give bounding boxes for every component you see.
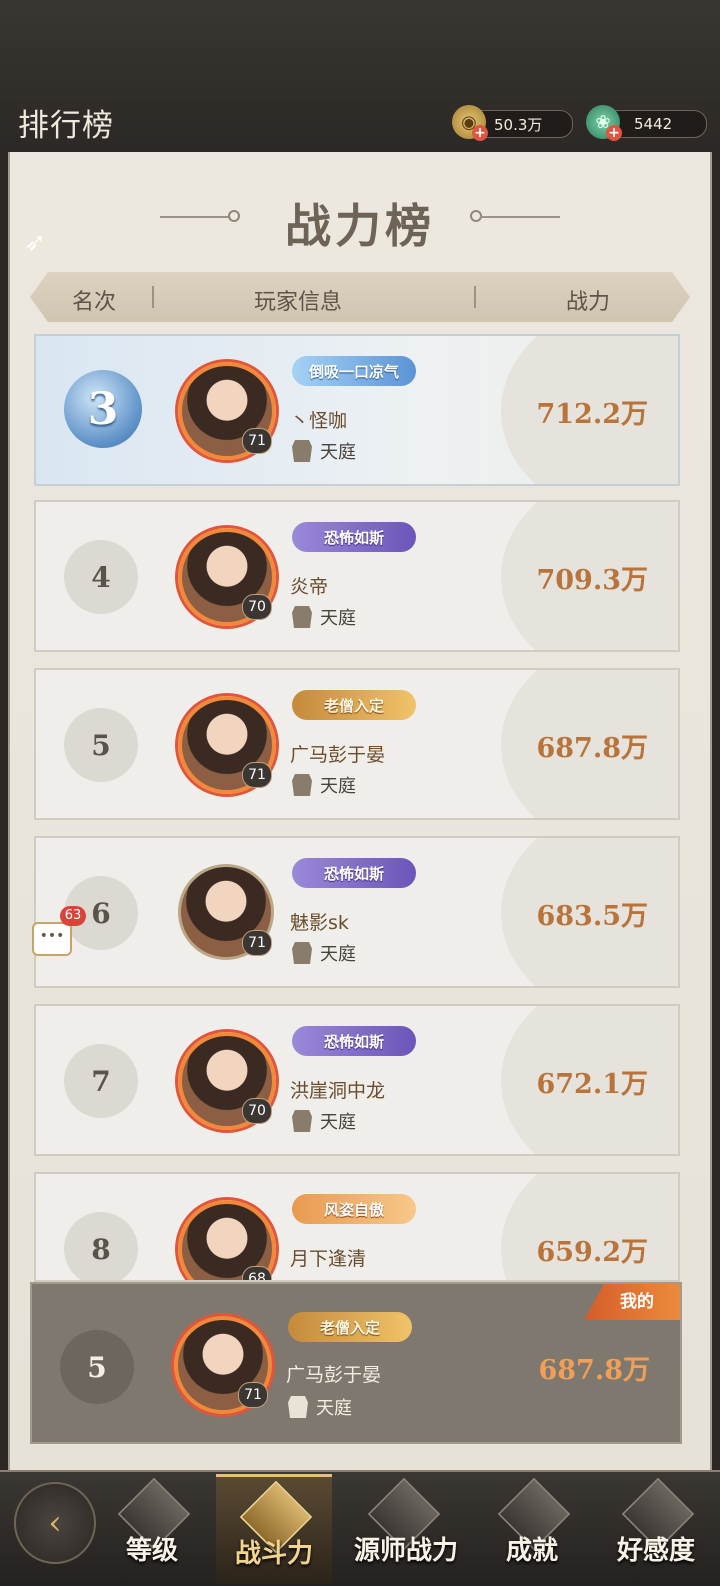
level-badge: 71 — [242, 762, 272, 788]
tab-label: 成就 — [505, 1536, 558, 1566]
tab-label: 等级 — [125, 1536, 178, 1566]
rank-row[interactable]: 3 71 倒吸一口凉气 丶怪咖 天庭 712.2万 — [34, 334, 680, 486]
level-badge: 71 — [242, 930, 272, 956]
rank-number: 8 — [64, 1212, 138, 1280]
player-name: 魅影sk — [290, 912, 349, 934]
power-value: 687.8万 — [536, 733, 648, 764]
tab-label: 好感度 — [616, 1536, 695, 1566]
player-name: 洪崖洞中龙 — [290, 1080, 386, 1102]
guild-name: 天庭 — [316, 1398, 352, 1419]
title-badge: 老僧入定 — [288, 1312, 412, 1342]
col-power: 战力 — [566, 290, 611, 315]
rank-number: 4 — [64, 540, 138, 614]
col-separator — [474, 286, 476, 308]
level-badge: 68 — [242, 1266, 272, 1280]
jade-value: 5442 — [634, 115, 673, 133]
back-button[interactable]: ‹ — [14, 1482, 96, 1564]
tab-label: 源师战力 — [353, 1536, 458, 1566]
coin-resource[interactable]: ◉ + 50.3万 — [452, 105, 573, 141]
tab-affection[interactable]: 好感度 — [598, 1474, 714, 1584]
guild-icon — [292, 606, 312, 628]
add-coin-button[interactable]: + — [472, 125, 488, 141]
title-badge: 老僧入定 — [292, 690, 416, 720]
title-badge: 风姿自傲 — [292, 1194, 416, 1224]
rank-medal-icon: 3 — [64, 370, 142, 448]
title-badge: 恐怖如斯 — [292, 858, 416, 888]
rank-row[interactable]: 4 70 恐怖如斯 炎帝 天庭 709.3万 — [34, 500, 680, 652]
power-value: 709.3万 — [536, 565, 648, 596]
level-badge: 70 — [242, 1098, 272, 1124]
add-jade-button[interactable]: + — [606, 125, 622, 141]
power-value: 683.5万 — [536, 901, 648, 932]
guild-icon — [292, 942, 312, 964]
level-badge: 70 — [242, 594, 272, 620]
player-name: 广马彭于晏 — [290, 744, 386, 766]
board-title: 战力榜 — [285, 199, 435, 253]
rank-row[interactable]: 8 68 风姿自傲 月下逢清 659.2万 — [34, 1172, 680, 1282]
guild-name: 天庭 — [320, 442, 356, 463]
title-badge: 恐怖如斯 — [292, 1026, 416, 1056]
back-arrow-icon: ‹ — [48, 1503, 62, 1543]
power-value: 672.1万 — [536, 1069, 648, 1100]
chat-bubble-icon[interactable]: ••• — [32, 922, 72, 956]
my-rank-tag: 我的 — [584, 1284, 680, 1320]
guild-icon — [292, 1110, 312, 1132]
rank-number: 5 — [64, 708, 138, 782]
rank-row[interactable]: 5 71 老僧入定 广马彭于晏 天庭 687.8万 — [34, 668, 680, 820]
guild-name: 天庭 — [320, 776, 356, 797]
chat-unread-count: 63 — [60, 906, 86, 926]
tab-master-power[interactable]: 源师战力 — [344, 1474, 468, 1584]
guild-name: 天庭 — [320, 944, 356, 965]
power-value: 687.8万 — [538, 1355, 650, 1386]
tab-achievement[interactable]: 成就 — [474, 1474, 590, 1584]
rank-number: 7 — [64, 1044, 138, 1118]
title-badge: 倒吸一口凉气 — [292, 356, 416, 386]
guild-name: 天庭 — [320, 608, 356, 629]
power-value: 712.2万 — [536, 399, 648, 430]
tab-level[interactable]: 等级 — [94, 1474, 210, 1584]
level-badge: 71 — [238, 1382, 268, 1408]
guild-icon — [292, 440, 312, 462]
guild-icon — [292, 774, 312, 796]
guild-icon — [288, 1396, 308, 1418]
rank-number: 5 — [60, 1330, 134, 1404]
player-name: 炎帝 — [290, 576, 329, 598]
tab-combat-power[interactable]: 战斗力 — [216, 1474, 332, 1584]
player-name: 广马彭于晏 — [286, 1364, 382, 1386]
col-player: 玩家信息 — [254, 290, 343, 315]
jade-resource[interactable]: ❀ + 5442 — [586, 105, 707, 141]
col-rank: 名次 — [72, 290, 117, 315]
player-name: 月下逢清 — [290, 1248, 367, 1270]
level-badge: 71 — [242, 428, 272, 454]
tab-label: 战斗力 — [234, 1539, 313, 1569]
player-name: 丶怪咖 — [290, 410, 348, 432]
page-title: 排行榜 — [18, 108, 114, 144]
power-value: 659.2万 — [536, 1237, 648, 1268]
title-badge: 恐怖如斯 — [292, 522, 416, 552]
coin-value: 50.3万 — [494, 115, 543, 134]
rank-row[interactable]: 7 70 恐怖如斯 洪崖洞中龙 天庭 672.1万 — [34, 1004, 680, 1156]
column-header: 名次 玩家信息 战力 — [30, 272, 690, 322]
my-rank-row[interactable]: 我的 5 71 老僧入定 广马彭于晏 天庭 687.8万 — [30, 1282, 682, 1444]
rank-row[interactable]: 6 71 恐怖如斯 魅影sk 天庭 683.5万 — [34, 836, 680, 988]
guild-name: 天庭 — [320, 1112, 356, 1133]
col-separator — [152, 286, 154, 308]
